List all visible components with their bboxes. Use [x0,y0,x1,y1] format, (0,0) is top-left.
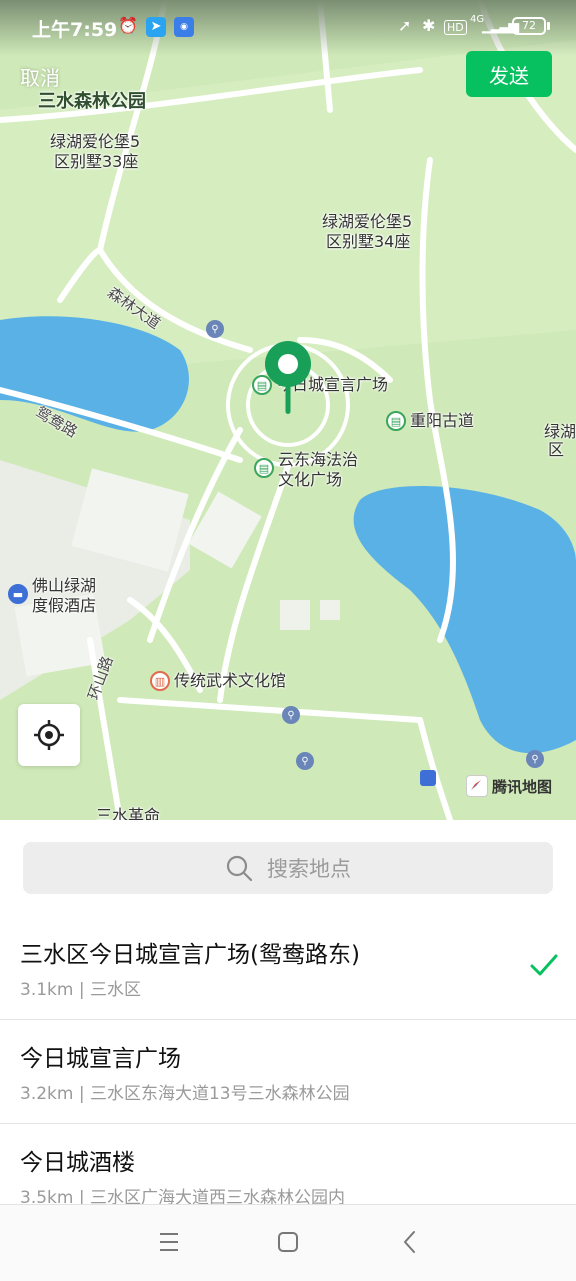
result-detail: 3.5km | 三水区广海大道西三水森林公园内 [20,1188,345,1204]
poi-hotel[interactable]: ▬ 佛山绿湖 度假酒店 [8,576,96,616]
search-placeholder: 搜索地点 [267,857,351,881]
landmark-icon: ▤ [386,411,406,431]
system-nav-bar [0,1204,576,1281]
museum-icon: ▥ [150,671,170,691]
result-name: 三水区今日城宣言广场(鸳鸯路东) [20,942,360,968]
telegram-icon: ➤ [146,17,166,37]
poi-chongyang[interactable]: ▤ 重阳古道 [386,411,474,431]
map-label-villa33-line1: 绿湖爱伦堡5 [50,132,141,151]
battery-tip [547,22,550,30]
result-name: 今日城酒楼 [20,1150,135,1176]
check-icon [530,954,558,976]
bluetooth-icon: ✱ [422,16,436,35]
result-detail: 3.1km | 三水区 [20,980,141,1000]
landmark-icon: ▤ [254,458,274,478]
map-label-villa34-line2: 区别墅34座 [326,232,411,251]
poi-chongyang-label: 重阳古道 [410,411,475,430]
back-icon[interactable] [400,1227,420,1257]
map-label-villa33-line2: 区别墅33座 [54,152,139,171]
poi-hotel-label-line2: 度假酒店 [32,596,97,615]
result-detail: 3.2km | 三水区东海大道13号三水森林公园 [20,1084,350,1104]
map-label-edge-line2: 区 [548,440,565,459]
app-icon: ◉ [174,17,194,37]
poi-wushu[interactable]: ▥ 传统武术文化馆 [150,671,286,691]
map-label-park: 三水森林公园 [38,91,146,112]
locate-me-button[interactable] [18,704,80,766]
location-panel: 搜索地点 三水区今日城宣言广场(鸳鸯路东) 3.1km | 三水区 今日城宣言广… [0,820,576,1204]
map-label-bottom: 三水革命 [96,806,161,820]
map-provider-logo: 腾讯地图 [466,775,552,797]
map-label-villa34-line1: 绿湖爱伦堡5 [322,212,413,231]
location-pin-icon [265,341,311,414]
result-item[interactable]: 三水区今日城宣言广场(鸳鸯路东) 3.1km | 三水区 [0,917,576,1020]
poi-hotel-label-line1: 佛山绿湖 [32,576,97,595]
status-time: 上午7:59 [32,19,118,41]
restroom-icon: ⚲ [526,750,544,768]
poi-yundong-label-line2: 文化广场 [278,470,343,489]
restroom-icon: ⚲ [282,706,300,724]
map-label-edge-line1: 绿湖 [544,422,576,441]
status-bar: 上午7:59 ⏰ ➤ ◉ ➚ ✱ HD 4G ▁▂▃▅ 72 [0,0,576,56]
menu-icon[interactable] [158,1227,180,1257]
location-icon: ➚ [398,16,412,35]
result-item[interactable]: 今日城酒楼 3.5km | 三水区广海大道西三水森林公园内 [0,1125,576,1204]
map-provider-name: 腾讯地图 [492,777,553,796]
restroom-icon: ⚲ [206,320,224,338]
hotel-icon: ▬ [8,584,28,604]
battery-icon: 72 [512,17,546,35]
poi-wushu-label: 传统武术文化馆 [174,671,287,690]
search-icon [226,855,253,882]
search-input[interactable]: 搜索地点 [23,842,553,894]
bus-stop-icon [420,770,436,786]
restroom-icon: ⚲ [296,752,314,770]
poi-yundong-label-line1: 云东海法治 [278,450,359,469]
result-name: 今日城宣言广场 [20,1046,181,1072]
send-button[interactable]: 发送 [466,51,552,97]
result-item[interactable]: 今日城宣言广场 3.2km | 三水区东海大道13号三水森林公园 [0,1021,576,1124]
crosshair-icon [34,720,64,750]
home-icon[interactable] [276,1227,300,1257]
poi-yundong[interactable]: ▤ 云东海法治 文化广场 [254,450,358,490]
map-view[interactable]: 上午7:59 ⏰ ➤ ◉ ➚ ✱ HD 4G ▁▂▃▅ 72 取消 发送 三水森… [0,0,576,820]
compass-icon [466,775,488,797]
hd-icon: HD [444,20,467,35]
alarm-icon: ⏰ [118,16,138,35]
cancel-button[interactable]: 取消 [20,62,60,91]
